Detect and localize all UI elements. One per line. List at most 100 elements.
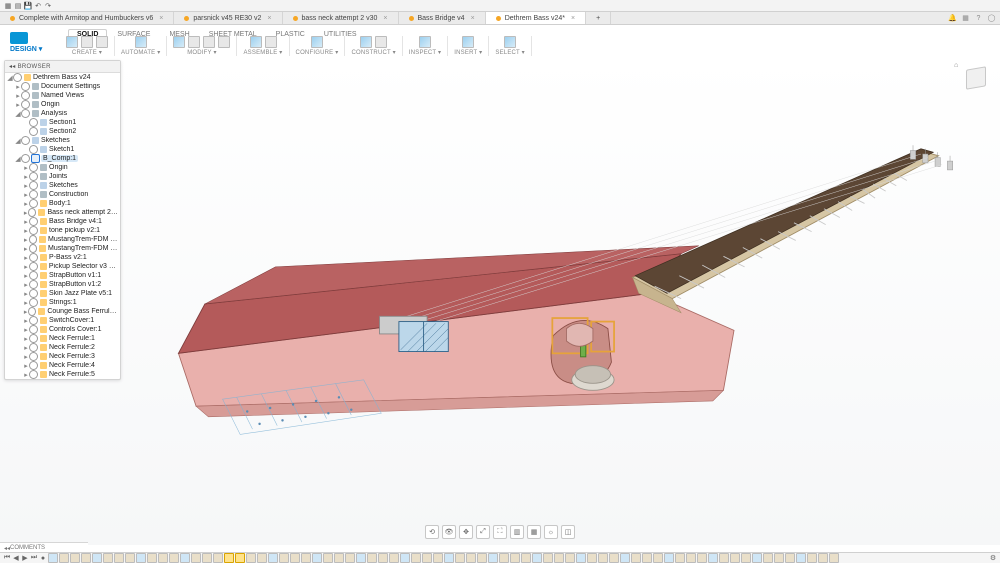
timeline-feature[interactable] [807, 553, 817, 563]
ribbon-tool-icon[interactable] [462, 36, 474, 48]
timeline-feature[interactable] [444, 553, 454, 563]
file-tab[interactable]: bass neck attempt 2 v30× [283, 12, 399, 24]
file-tab[interactable]: parsnick v45 RE30 v2× [174, 12, 282, 24]
ribbon-tool-icon[interactable] [203, 36, 215, 48]
timeline-feature[interactable] [290, 553, 300, 563]
timeline-feature[interactable] [59, 553, 69, 563]
timeline-feature[interactable] [752, 553, 762, 563]
visibility-toggle-icon[interactable] [29, 289, 38, 298]
visibility-toggle-icon[interactable] [29, 343, 38, 352]
browser-panel[interactable]: ◂◂ BROWSER ◢Dethrem Bass v24▸Document Se… [4, 60, 121, 380]
visibility-toggle-icon[interactable] [29, 235, 37, 244]
timeline-feature[interactable] [510, 553, 520, 563]
tree-node[interactable]: ▸Named Views [5, 91, 120, 100]
timeline-feature[interactable] [345, 553, 355, 563]
tree-node[interactable]: ▸Strings:1 [5, 298, 120, 307]
timeline[interactable]: ⏮◀▶⏭●⚙ [0, 552, 1000, 563]
ribbon-tool-icon[interactable] [66, 36, 78, 48]
ribbon-tool-icon[interactable] [265, 36, 277, 48]
timeline-feature[interactable] [818, 553, 828, 563]
timeline-feature[interactable] [301, 553, 311, 563]
timeline-feature[interactable] [719, 553, 729, 563]
timeline-feature[interactable] [488, 553, 498, 563]
visibility-toggle-icon[interactable] [29, 253, 38, 262]
timeline-feature[interactable] [136, 553, 146, 563]
tree-node[interactable]: ▸P-Bass v2:1 [5, 253, 120, 262]
visibility-toggle-icon[interactable] [21, 82, 30, 91]
tree-node[interactable]: ▸Joints [5, 172, 120, 181]
timeline-feature[interactable] [191, 553, 201, 563]
close-icon[interactable]: × [383, 15, 387, 22]
timeline-feature[interactable] [708, 553, 718, 563]
view-cube[interactable]: ⌂ [962, 64, 990, 92]
fit-button[interactable]: ⛶ [493, 525, 507, 539]
tree-node[interactable]: ▸SwitchCover:1 [5, 316, 120, 325]
visibility-toggle-icon[interactable] [29, 244, 37, 253]
timeline-feature[interactable] [653, 553, 663, 563]
timeline-feature[interactable] [411, 553, 421, 563]
tree-node[interactable]: ▸Origin [5, 163, 120, 172]
tree-node[interactable]: Section2 [5, 127, 120, 136]
timeline-feature[interactable] [466, 553, 476, 563]
visibility-toggle-icon[interactable] [29, 172, 38, 181]
extensions-icon[interactable]: ▦ [961, 14, 970, 23]
ribbon-tool-icon[interactable] [188, 36, 200, 48]
timeline-transport-button[interactable]: ◀ [12, 554, 20, 562]
tree-node[interactable]: Sketch1 [5, 145, 120, 154]
visibility-toggle-icon[interactable] [29, 370, 38, 379]
tree-node[interactable]: ▸MustangTrem-FDM v2:2 [5, 244, 120, 253]
timeline-transport-button[interactable]: ● [39, 554, 47, 562]
timeline-feature[interactable] [521, 553, 531, 563]
view-cube-face[interactable] [966, 66, 986, 90]
ribbon-tool-icon[interactable] [173, 36, 185, 48]
visibility-toggle-icon[interactable] [29, 118, 38, 127]
timeline-transport-button[interactable]: ▶ [21, 554, 29, 562]
visibility-toggle-icon[interactable] [29, 217, 38, 226]
tree-node[interactable]: ▸Origin [5, 100, 120, 109]
ribbon-group-label[interactable]: AUTOMATE [121, 49, 160, 56]
timeline-feature[interactable] [334, 553, 344, 563]
ribbon-tool-icon[interactable] [135, 36, 147, 48]
timeline-feature[interactable] [81, 553, 91, 563]
timeline-feature[interactable] [433, 553, 443, 563]
timeline-feature[interactable] [213, 553, 223, 563]
visibility-toggle-icon[interactable] [28, 208, 36, 217]
close-icon[interactable]: × [471, 15, 475, 22]
timeline-feature[interactable] [565, 553, 575, 563]
close-icon[interactable]: × [267, 15, 271, 22]
grid-button[interactable]: ▦ [527, 525, 541, 539]
tree-node[interactable]: ▸Bass neck attempt 2 v2… [5, 208, 120, 217]
close-icon[interactable]: × [571, 15, 575, 22]
timeline-feature[interactable] [169, 553, 179, 563]
timeline-feature[interactable] [158, 553, 168, 563]
tree-node[interactable]: ▸Bass Bridge v4:1 [5, 217, 120, 226]
zoom-button[interactable]: ⤢ [476, 525, 490, 539]
timeline-feature[interactable] [785, 553, 795, 563]
timeline-feature[interactable] [125, 553, 135, 563]
tree-node[interactable]: ▸StrapButton v1:1 [5, 271, 120, 280]
split-button[interactable]: ◫ [561, 525, 575, 539]
timeline-feature[interactable] [268, 553, 278, 563]
browser-tree[interactable]: ◢Dethrem Bass v24▸Document Settings▸Name… [5, 73, 120, 379]
timeline-feature[interactable] [477, 553, 487, 563]
visibility-toggle-icon[interactable] [29, 226, 38, 235]
new-tab-button[interactable]: + [586, 12, 611, 24]
file-tab[interactable]: Bass Bridge v4× [399, 12, 486, 24]
timeline-feature[interactable] [180, 553, 190, 563]
visibility-toggle-icon[interactable] [29, 298, 38, 307]
timeline-feature[interactable] [609, 553, 619, 563]
ribbon-group-label[interactable]: CONSTRUCT [351, 49, 395, 56]
tree-node[interactable]: ▸Neck Ferrule:2 [5, 343, 120, 352]
visibility-toggle-icon[interactable] [29, 262, 38, 271]
tree-node[interactable]: ▸Body:1 [5, 199, 120, 208]
timeline-feature[interactable] [576, 553, 586, 563]
timeline-feature[interactable] [620, 553, 630, 563]
display-button[interactable]: ▥ [510, 525, 524, 539]
help-icon[interactable]: ? [974, 14, 983, 23]
visibility-toggle-icon[interactable] [29, 361, 38, 370]
ribbon-group-label[interactable]: INSERT [454, 49, 482, 56]
timeline-feature[interactable] [400, 553, 410, 563]
timeline-feature[interactable] [48, 553, 58, 563]
timeline-feature[interactable] [532, 553, 542, 563]
effects-button[interactable]: ☼ [544, 525, 558, 539]
